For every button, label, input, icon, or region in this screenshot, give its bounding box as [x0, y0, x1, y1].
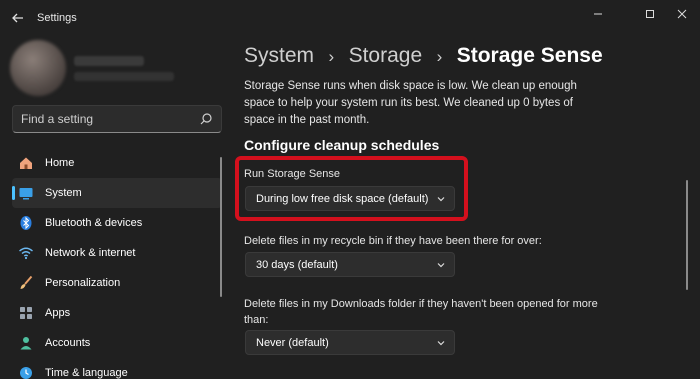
- recycle-bin-dropdown[interactable]: 30 days (default): [245, 252, 455, 277]
- sidebar-item-label: Accounts: [45, 337, 91, 349]
- downloads-dropdown[interactable]: Never (default): [245, 330, 455, 355]
- sidebar-item-bluetooth[interactable]: Bluetooth & devices: [12, 208, 222, 238]
- sidebar-item-home[interactable]: Home: [12, 148, 222, 178]
- sidebar-item-label: Bluetooth & devices: [45, 217, 143, 229]
- section-heading: Configure cleanup schedules: [244, 137, 440, 153]
- title-bar: Settings: [0, 0, 700, 36]
- highlight-box: [235, 156, 468, 221]
- minimize-button[interactable]: [584, 4, 612, 24]
- sidebar-item-label: Time & language: [45, 367, 128, 379]
- sidebar-item-label: Network & internet: [45, 247, 136, 259]
- sidebar-scrollbar[interactable]: [220, 157, 222, 297]
- sidebar-item-personalization[interactable]: Personalization: [12, 268, 222, 298]
- breadcrumb-storage[interactable]: Storage: [349, 44, 423, 67]
- chevron-right-icon: ›: [436, 47, 443, 66]
- chevron-right-icon: ›: [328, 47, 335, 66]
- sidebar-item-system[interactable]: System: [12, 178, 222, 208]
- page-description: Storage Sense runs when disk space is lo…: [244, 80, 577, 126]
- search-icon[interactable]: [199, 112, 213, 126]
- sidebar-item-label: System: [45, 187, 82, 199]
- profile-name-blurred: [74, 56, 144, 66]
- home-icon: [20, 157, 32, 169]
- search-box[interactable]: [12, 105, 222, 133]
- sidebar-item-time-language[interactable]: Time & language: [12, 358, 222, 379]
- sidebar-item-network[interactable]: Network & internet: [12, 238, 222, 268]
- user-profile[interactable]: [10, 40, 190, 96]
- main-scrollbar[interactable]: [686, 180, 688, 290]
- system-icon: [19, 188, 33, 200]
- sidebar-item-label: Apps: [45, 307, 71, 319]
- apps-icon: [20, 307, 32, 319]
- chevron-down-icon: [437, 263, 445, 268]
- maximize-icon: [646, 10, 654, 18]
- back-button[interactable]: [8, 8, 28, 28]
- avatar: [10, 40, 66, 96]
- page-title: Storage Sense: [456, 44, 603, 67]
- breadcrumb-system[interactable]: System: [244, 44, 314, 67]
- close-button[interactable]: [672, 4, 700, 24]
- account-icon: [20, 337, 32, 350]
- sidebar-item-accounts[interactable]: Accounts: [12, 328, 222, 358]
- profile-email-blurred: [74, 72, 174, 81]
- downloads-label: Delete files in my Downloads folder if t…: [244, 298, 598, 326]
- clock-icon: [20, 367, 32, 379]
- sidebar-item-label: Home: [45, 157, 75, 169]
- recycle-bin-label: Delete files in my recycle bin if they h…: [244, 235, 542, 247]
- brush-icon: [20, 275, 33, 289]
- app-title: Settings: [37, 12, 77, 24]
- sidebar-item-apps[interactable]: Apps: [12, 298, 222, 328]
- breadcrumb: System › Storage › Storage Sense: [244, 44, 603, 74]
- minimize-icon: [594, 13, 602, 15]
- sidebar-nav: Home System Bluetooth & devices Network …: [12, 148, 222, 379]
- dropdown-value: Never (default): [256, 337, 329, 349]
- close-icon: [677, 9, 687, 19]
- search-input[interactable]: [13, 106, 193, 132]
- wifi-icon: [19, 247, 33, 260]
- maximize-button[interactable]: [636, 4, 664, 24]
- bluetooth-icon: [20, 216, 32, 230]
- sidebar-item-label: Personalization: [45, 277, 121, 289]
- dropdown-value: 30 days (default): [256, 259, 338, 271]
- back-arrow-icon: [12, 13, 23, 23]
- chevron-down-icon: [437, 341, 445, 346]
